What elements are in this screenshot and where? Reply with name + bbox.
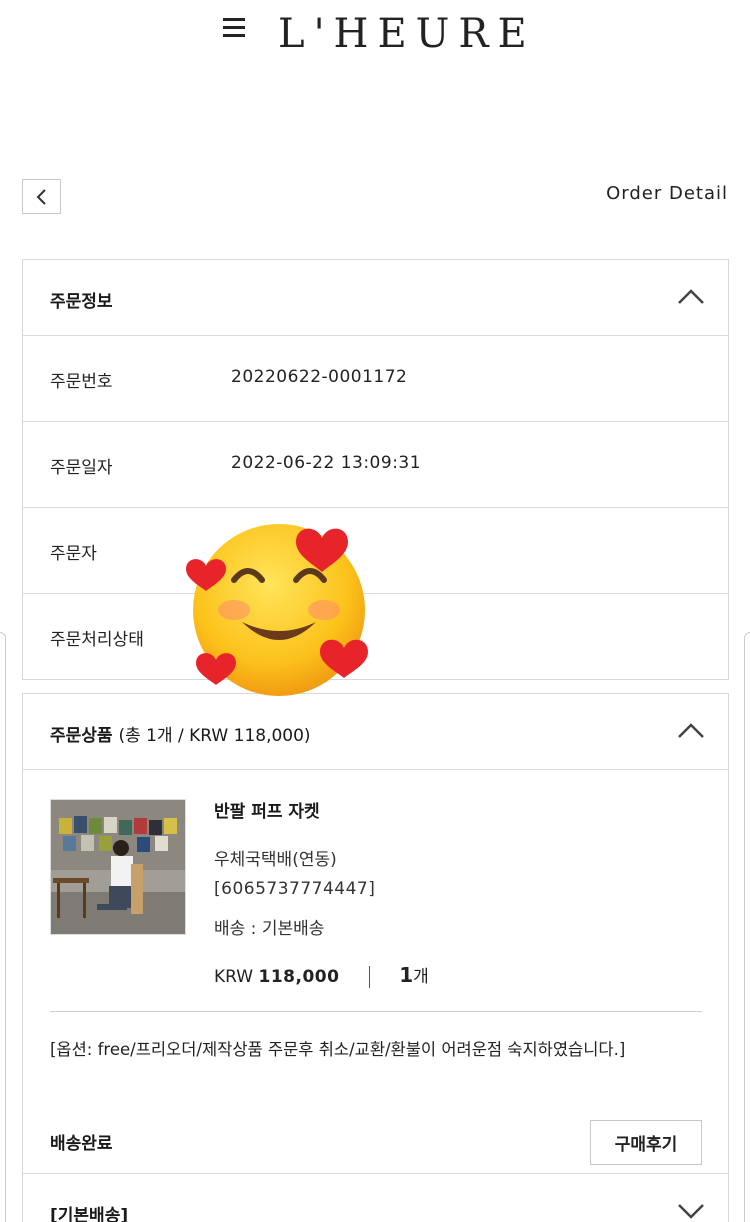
- order-number-row: 주문번호 20220622-0001172: [23, 336, 728, 422]
- order-items-title-text: 주문상품: [50, 726, 113, 746]
- header: L'HEURE: [0, 0, 750, 70]
- product-item: 반팔 퍼프 자켓 우체국택배(연동) [6065737774447] 배송 : …: [23, 771, 728, 1222]
- price-amount: 118,000: [258, 967, 340, 987]
- menu-icon[interactable]: [223, 18, 245, 38]
- orderer-label: 주문자: [50, 544, 97, 564]
- order-items-header[interactable]: 주문상품 (총 1개 / KRW 118,000): [23, 694, 728, 770]
- shipping-section-header[interactable]: [기본배송]: [23, 1173, 728, 1222]
- order-date-value: 2022-06-22 13:09:31: [231, 453, 422, 473]
- shipping-section-title: [기본배송]: [50, 1206, 129, 1222]
- delivery-status: 배송완료: [50, 1134, 113, 1154]
- chevron-left-icon: [36, 189, 46, 205]
- order-info-title: 주문정보: [50, 292, 113, 312]
- product-photo: [51, 800, 185, 934]
- price-currency: KRW: [214, 967, 254, 987]
- order-number-label: 주문번호: [50, 372, 113, 392]
- order-items-panel: 주문상품 (총 1개 / KRW 118,000) 반팔 퍼프 자켓 우체국택배…: [22, 693, 729, 1222]
- order-items-summary: (총 1개 / KRW 118,000): [118, 726, 311, 746]
- back-button[interactable]: [22, 179, 61, 214]
- quantity-number: 1: [399, 963, 414, 987]
- order-date-label: 주문일자: [50, 458, 113, 478]
- page-title: Order Detail: [606, 183, 728, 204]
- tracking-number[interactable]: [6065737774447]: [214, 879, 375, 899]
- order-date-row: 주문일자 2022-06-22 13:09:31: [23, 422, 728, 508]
- chevron-up-icon[interactable]: [678, 722, 704, 738]
- left-edge-scroll-indicator: [0, 632, 6, 1222]
- price-separator: [368, 966, 370, 988]
- smiling-face-with-hearts-icon: [186, 524, 368, 696]
- divider: [50, 1011, 702, 1012]
- order-info-header[interactable]: 주문정보: [23, 260, 728, 336]
- chevron-down-icon[interactable]: [678, 1204, 704, 1220]
- review-button[interactable]: 구매후기: [590, 1120, 702, 1165]
- order-number-value: 20220622-0001172: [231, 367, 408, 387]
- price-line: KRW 118,000 1개: [214, 962, 429, 988]
- product-thumbnail[interactable]: [50, 799, 186, 935]
- brand-logo[interactable]: L'HEURE: [278, 6, 536, 62]
- carrier-name: 우체국택배(연동): [214, 850, 337, 870]
- quantity-unit: 개: [413, 967, 429, 987]
- product-name[interactable]: 반팔 퍼프 자켓: [214, 797, 320, 822]
- delivery-type: 배송 : 기본배송: [214, 919, 325, 939]
- chevron-up-icon[interactable]: [678, 288, 704, 304]
- order-status-label: 주문처리상태: [50, 630, 144, 650]
- right-edge-scroll-indicator: [744, 632, 750, 1222]
- option-text: [옵션: free/프리오더/제작상품 주문후 취소/교환/환불이 어려운점 숙…: [50, 1040, 626, 1059]
- order-items-title: 주문상품 (총 1개 / KRW 118,000): [50, 721, 311, 746]
